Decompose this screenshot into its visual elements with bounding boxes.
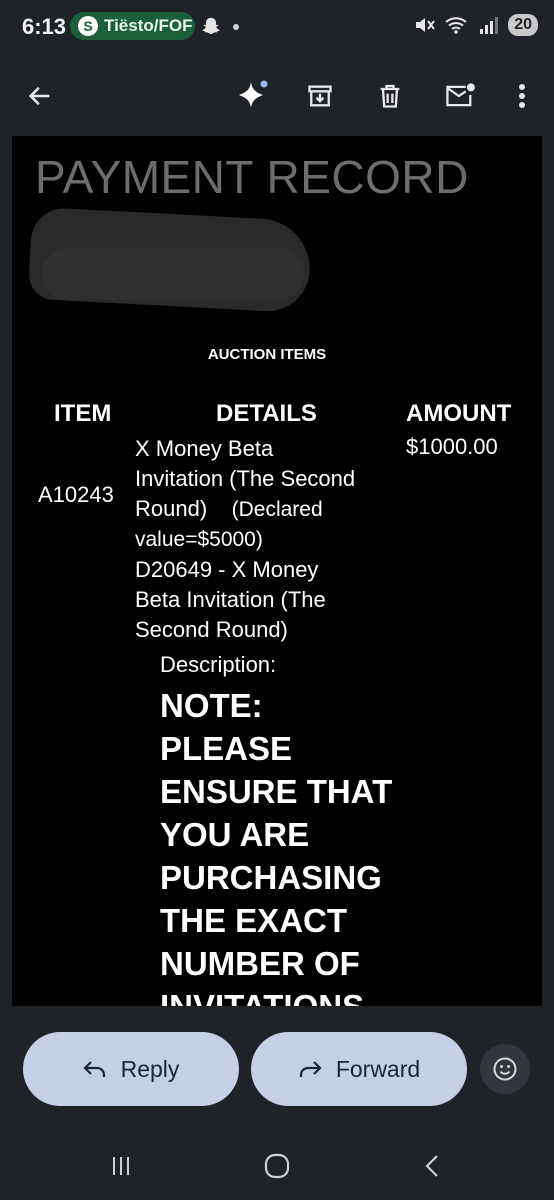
column-header-item: ITEM	[54, 400, 112, 427]
status-bar: 6:13 S Tiësto/FOF 20	[0, 0, 554, 56]
reply-label: Reply	[120, 1055, 180, 1082]
back-button[interactable]	[16, 72, 64, 120]
details-line: Invitation (The Second	[135, 466, 356, 491]
back-chevron-icon	[425, 1155, 438, 1177]
column-header-details: DETAILS	[216, 400, 317, 427]
battery-indicator: 20	[508, 14, 538, 36]
section-label: AUCTION ITEMS	[207, 346, 327, 363]
details-line: Beta Invitation (The	[135, 587, 326, 612]
note-line: ENSURE THAT	[160, 773, 393, 810]
notification-app-label: Tiësto/FOF	[104, 16, 193, 35]
details-line-round: Round)	[135, 496, 208, 521]
gemini-button[interactable]	[228, 72, 276, 120]
redacted-area-overlay	[42, 248, 304, 300]
snapchat-icon	[202, 17, 220, 34]
status-right: 20	[414, 14, 538, 36]
description-label: Description:	[160, 652, 277, 677]
notification-dot	[233, 24, 239, 30]
back-nav-button[interactable]	[412, 1148, 452, 1184]
delete-button[interactable]	[366, 72, 414, 120]
delete-icon	[380, 84, 400, 108]
reply-icon	[83, 1061, 105, 1077]
email-body[interactable]: PAYMENT RECORD AUCTION ITEMS ITEM DETAIL…	[12, 136, 542, 1006]
email-title: PAYMENT RECORD	[35, 151, 469, 203]
note-line: NUMBER OF	[160, 945, 360, 982]
note-line: PLEASE	[160, 730, 293, 767]
more-vert-icon	[519, 84, 525, 108]
emoji-reaction-button[interactable]	[480, 1044, 530, 1094]
archive-button[interactable]	[296, 72, 344, 120]
forward-label: Forward	[335, 1055, 421, 1082]
mute-icon	[416, 18, 436, 32]
media-notification-pill[interactable]: S Tiësto/FOF	[70, 12, 195, 40]
note-line: THE EXACT	[160, 902, 348, 939]
details-line: value=$5000)	[135, 528, 263, 551]
smiley-icon	[493, 1057, 517, 1081]
item-details: X Money Beta Invitation (The Second Roun…	[135, 434, 403, 645]
note-line: INVITATIONS	[160, 985, 430, 1006]
forward-icon	[299, 1061, 322, 1077]
details-line: D20649 - X Money	[135, 557, 319, 582]
more-options-button[interactable]	[498, 72, 546, 120]
details-line: X Money Beta	[135, 436, 274, 461]
note-line: NOTE:	[160, 687, 263, 724]
item-amount: $1000.00	[406, 434, 498, 459]
recents-icon	[113, 1157, 129, 1175]
details-line: Second Round)	[135, 617, 288, 642]
column-header-amount: AMOUNT	[406, 400, 512, 427]
signal-icon	[480, 17, 499, 34]
recents-button[interactable]	[101, 1148, 141, 1184]
note-line: PURCHASING	[160, 859, 382, 896]
email-toolbar	[0, 56, 554, 136]
home-button[interactable]	[257, 1148, 297, 1184]
bottom-actions: Reply Forward	[0, 1006, 554, 1130]
status-time: 6:13	[22, 14, 67, 39]
back-arrow-icon	[28, 86, 50, 106]
details-declared: (Declared	[231, 498, 323, 521]
details-line: Round) (Declared	[135, 494, 403, 525]
home-icon	[264, 1153, 290, 1179]
note-text: NOTE: PLEASE ENSURE THAT YOU ARE PURCHAS…	[160, 684, 430, 1006]
wifi-icon	[445, 17, 467, 34]
item-code: A10243	[38, 482, 114, 507]
system-nav-bar	[0, 1130, 554, 1200]
mark-unread-icon	[446, 83, 475, 107]
forward-button[interactable]: Forward	[251, 1032, 467, 1106]
shazam-icon: S	[78, 16, 98, 36]
mark-unread-button[interactable]	[436, 72, 484, 120]
reply-button[interactable]: Reply	[23, 1032, 239, 1106]
archive-icon	[308, 85, 332, 107]
sparkle-icon	[239, 80, 268, 108]
note-line: YOU ARE	[160, 816, 310, 853]
